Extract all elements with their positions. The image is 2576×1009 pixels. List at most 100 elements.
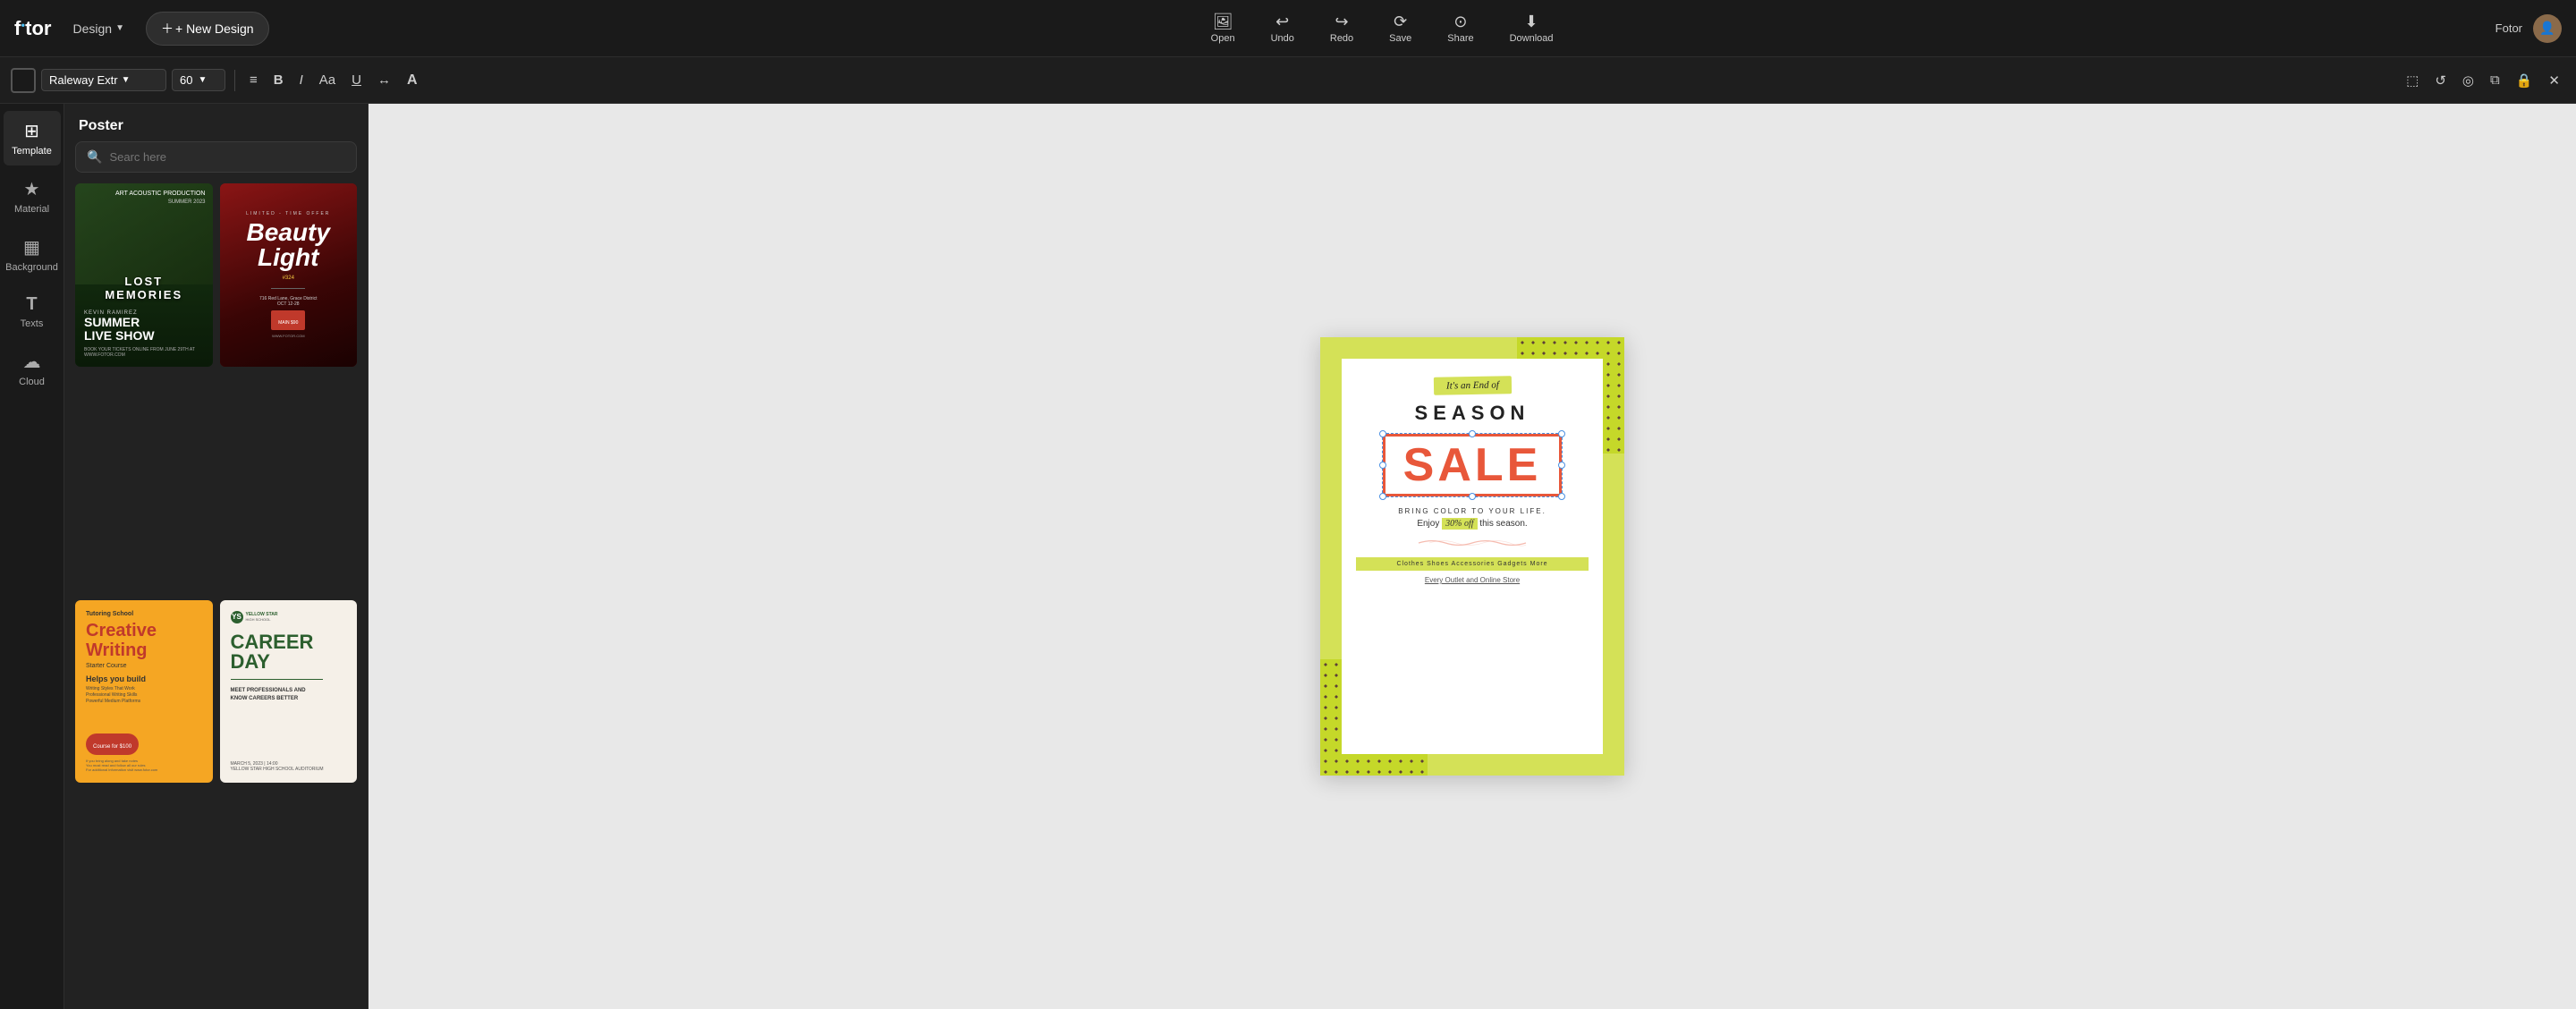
align-button[interactable]: ≡: [244, 69, 263, 91]
tc4-title: CAREERDAY: [231, 632, 347, 672]
share-label: Share: [1447, 33, 1473, 44]
topbar-left: f●tor Design ▼ ＋ + New Design: [14, 12, 269, 46]
font-name: Raleway Extr: [49, 73, 118, 87]
case-icon: A: [407, 72, 418, 89]
redo-button[interactable]: ↪ Redo: [1323, 9, 1360, 47]
font-size-value: 60: [180, 73, 192, 87]
handle-bottom-right[interactable]: [1558, 493, 1565, 500]
poster-store: Every Outlet and Online Store: [1425, 576, 1520, 584]
panel-title: Poster: [64, 104, 368, 141]
sidebar-item-material[interactable]: ★ Material: [4, 169, 61, 224]
template-label: Template: [12, 146, 52, 157]
tc3-title: CreativeWriting: [86, 621, 202, 660]
user-name: Fotor: [2496, 21, 2522, 35]
cloud-icon: ☁: [23, 351, 41, 373]
underline-icon: U: [352, 72, 361, 88]
open-button[interactable]: 🖼 Open: [1204, 9, 1242, 47]
left-panel: Poster 🔍 KEVIN RAMIREZ SUMMERLIVE SHOW B…: [64, 104, 369, 1009]
handle-middle-right[interactable]: [1558, 462, 1565, 469]
save-label: Save: [1389, 33, 1411, 44]
poster-sale-element[interactable]: SALE: [1383, 434, 1563, 496]
new-design-button[interactable]: ＋ + New Design: [146, 12, 269, 46]
separator: [234, 70, 235, 91]
handle-bottom-middle[interactable]: [1469, 493, 1476, 500]
duplicate-button[interactable]: ⬚: [2401, 69, 2424, 92]
search-input[interactable]: [109, 150, 345, 164]
template-card-beauty[interactable]: LIMITED - TIME OFFER BeautyLight #324 71…: [220, 183, 358, 367]
rotate-button[interactable]: ↺: [2429, 69, 2452, 92]
lock-button[interactable]: 🔒: [2511, 69, 2538, 92]
share-icon: ⊙: [1453, 13, 1467, 31]
handle-middle-left[interactable]: [1379, 462, 1386, 469]
underline-button[interactable]: U: [346, 69, 367, 91]
sidebar-icons: ⊞ Template ★ Material ▦ Background T Tex…: [0, 104, 64, 1009]
layers-icon: ⧉: [2490, 72, 2500, 88]
download-icon: ⬇: [1525, 13, 1538, 31]
save-button[interactable]: ⟳ Save: [1382, 9, 1419, 47]
formatbar: Raleway Extr ▼ 60 ▼ ≡ B I Aa U ↔ A ⬚ ↺ ◎…: [0, 57, 2576, 104]
handle-top-right[interactable]: [1558, 430, 1565, 437]
sidebar-item-background[interactable]: ▦ Background: [4, 227, 61, 282]
search-icon: 🔍: [87, 149, 102, 165]
poster-sale-text: SALE: [1403, 442, 1542, 488]
poster-white-card: It's an End of SEASON SALE: [1342, 359, 1603, 754]
search-box[interactable]: 🔍: [75, 141, 357, 173]
download-button[interactable]: ⬇ Download: [1503, 9, 1561, 47]
crop-button[interactable]: ◎: [2457, 69, 2479, 92]
font-select[interactable]: Raleway Extr ▼: [41, 69, 166, 91]
background-label: Background: [5, 262, 58, 273]
letter-spacing-button[interactable]: ↔: [372, 69, 396, 91]
texts-icon: T: [26, 294, 37, 315]
handle-top-left[interactable]: [1379, 430, 1386, 437]
topbar-center: 🖼 Open ↩ Undo ↪ Redo ⟳ Save ⊙ Share ⬇ Do…: [269, 9, 2496, 47]
redo-label: Redo: [1330, 33, 1353, 44]
case-button[interactable]: A: [402, 69, 423, 92]
delete-button[interactable]: ✕: [2543, 69, 2565, 92]
design-menu-button[interactable]: Design ▼: [66, 16, 132, 41]
bold-button[interactable]: B: [268, 69, 289, 91]
font-size-box[interactable]: 60 ▼: [172, 69, 225, 91]
material-label: Material: [14, 204, 49, 215]
poster-tag: It's an End of: [1433, 376, 1511, 395]
crop-icon: ◎: [2462, 72, 2474, 89]
undo-icon: ↩: [1275, 13, 1289, 31]
template-card-writing[interactable]: Tutoring School CreativeWriting Starter …: [75, 600, 213, 784]
sidebar-item-template[interactable]: ⊞ Template: [4, 111, 61, 165]
tc1-title: SUMMERLIVE SHOW: [84, 316, 204, 343]
handle-bottom-left[interactable]: [1379, 493, 1386, 500]
poster-enjoy: Enjoy 30% off this season.: [1417, 519, 1527, 529]
new-design-label: + New Design: [175, 21, 254, 36]
undo-button[interactable]: ↩ Undo: [1264, 9, 1301, 47]
handle-top-middle[interactable]: [1469, 430, 1476, 437]
cloud-label: Cloud: [19, 377, 45, 387]
poster-canvas[interactable]: It's an End of SEASON SALE: [1320, 337, 1624, 776]
size-toggle-button[interactable]: Aa: [314, 69, 341, 91]
save-icon: ⟳: [1394, 13, 1407, 31]
open-icon: 🖼: [1213, 13, 1233, 31]
texts-label: Texts: [21, 318, 44, 329]
sidebar-item-texts[interactable]: T Texts: [4, 285, 61, 338]
layers-button[interactable]: ⧉: [2485, 69, 2505, 91]
text-color-swatch[interactable]: [11, 68, 36, 93]
template-card-concert[interactable]: KEVIN RAMIREZ SUMMERLIVE SHOW BOOK YOUR …: [75, 183, 213, 367]
canvas-area: It's an End of SEASON SALE: [369, 104, 2576, 1009]
letter-spacing-icon: ↔: [377, 72, 391, 88]
material-icon: ★: [24, 178, 40, 200]
plus-icon: ＋: [161, 20, 174, 38]
logo-text: f●tor: [14, 17, 52, 40]
poster-wave: [1379, 538, 1565, 548]
lock-icon: 🔒: [2516, 72, 2533, 89]
fmt-right-tools: ⬚ ↺ ◎ ⧉ 🔒 ✕: [2401, 69, 2565, 92]
chevron-down-icon: ▼: [115, 23, 124, 33]
bold-icon: B: [274, 72, 284, 88]
topbar-right: Fotor 👤: [2496, 14, 2562, 43]
avatar[interactable]: 👤: [2533, 14, 2562, 43]
template-card-career[interactable]: YS YELLOW STAR HIGH SCHOOL CAREERDAY MEE…: [220, 600, 358, 784]
topbar: f●tor Design ▼ ＋ + New Design 🖼 Open ↩ U…: [0, 0, 2576, 57]
italic-button[interactable]: I: [294, 69, 309, 91]
poster-strip: Clothes Shoes Accessories Gadgets More: [1356, 557, 1589, 571]
share-button[interactable]: ⊙ Share: [1440, 9, 1480, 47]
sidebar-item-cloud[interactable]: ☁ Cloud: [4, 342, 61, 396]
poster-season: SEASON: [1415, 402, 1530, 425]
chevron-down-icon: ▼: [198, 75, 207, 85]
